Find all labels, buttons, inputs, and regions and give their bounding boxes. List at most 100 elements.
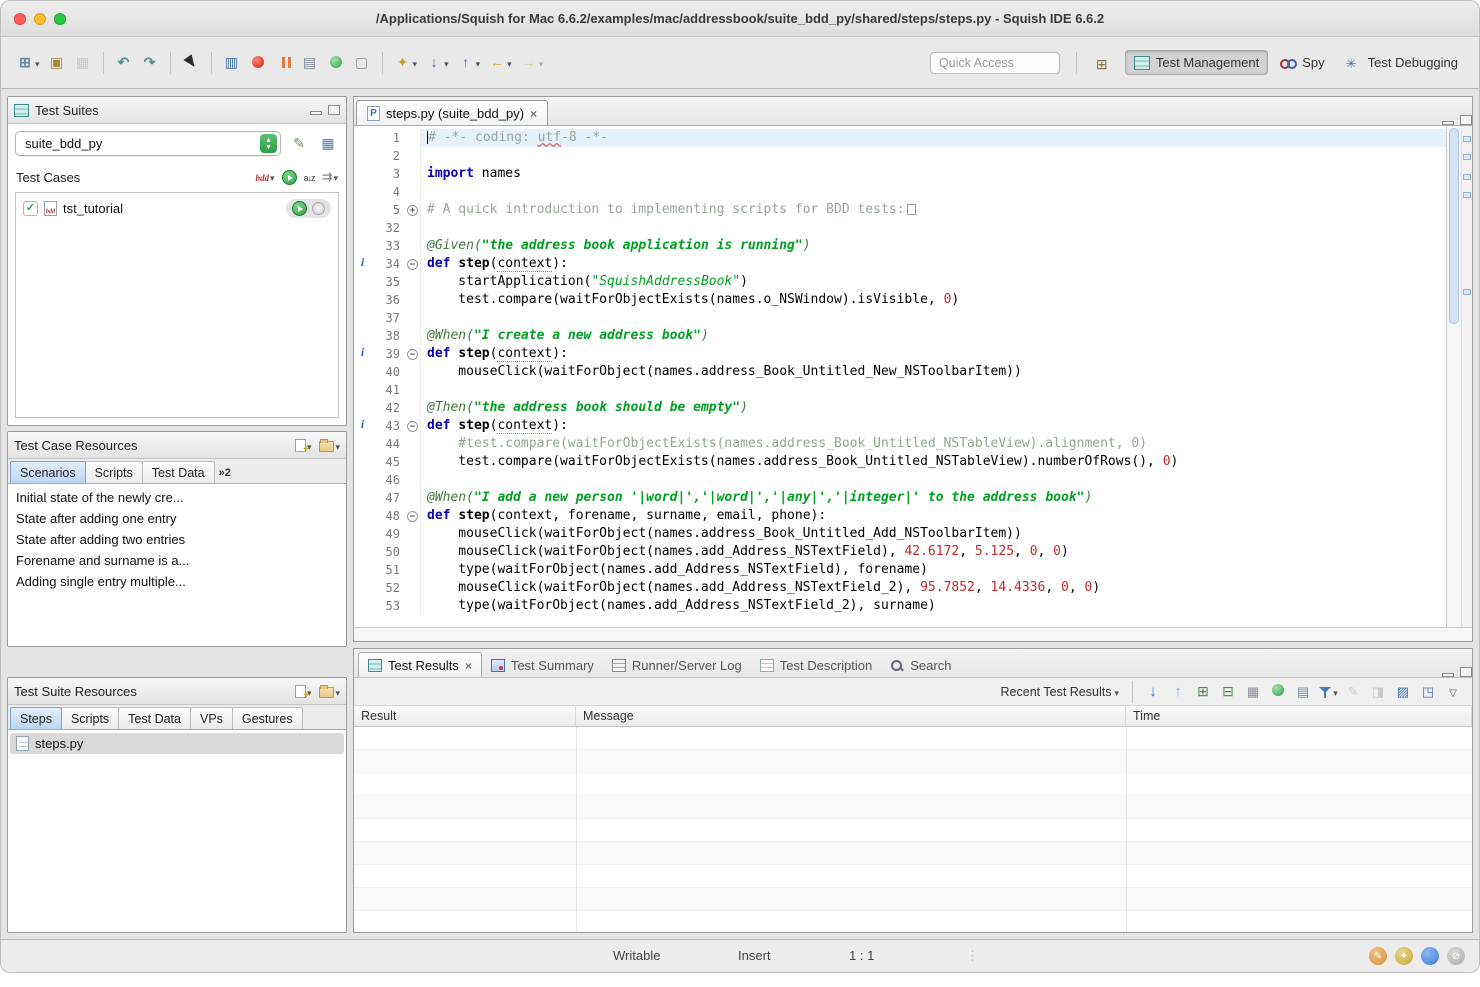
open-resource-button[interactable] <box>45 50 69 76</box>
code-line[interactable]: 37 <box>354 309 1446 327</box>
code-line[interactable]: 41 <box>354 381 1446 399</box>
code-line[interactable]: 50 mouseClick(waitForObject(names.add_Ad… <box>354 543 1446 561</box>
code-line[interactable]: 48−def step(context, forename, surname, … <box>354 507 1446 525</box>
code-line[interactable]: 44 #test.compare(waitForObjectExists(nam… <box>354 435 1446 453</box>
close-tab-icon[interactable] <box>465 658 472 673</box>
ruler-marker[interactable] <box>1463 289 1471 295</box>
line-number[interactable]: 32 <box>371 219 405 237</box>
new-folder-button[interactable] <box>319 684 340 699</box>
expand-fold-icon[interactable]: + <box>407 205 418 216</box>
tab-gestures[interactable]: Gestures <box>232 707 303 729</box>
code-line[interactable]: 35 startApplication("SquishAddressBook") <box>354 273 1446 291</box>
code-text[interactable] <box>421 471 1446 489</box>
record-snippet-button[interactable] <box>246 50 270 76</box>
maximize-panel-button[interactable] <box>1460 667 1472 677</box>
line-number[interactable]: 1 <box>371 129 405 147</box>
perspective-test-debugging[interactable]: Test Debugging <box>1337 50 1467 75</box>
code-text[interactable]: #test.compare(waitForObjectExists(names.… <box>421 435 1446 453</box>
tab-test-summary[interactable]: Test Summary <box>482 653 603 677</box>
code-line[interactable]: 40 mouseClick(waitForObject(names.addres… <box>354 363 1446 381</box>
previous-annotation-button[interactable] <box>454 50 484 76</box>
quick-access-input[interactable] <box>930 52 1060 74</box>
new-bdd-test-case-button[interactable] <box>256 168 275 186</box>
code-text[interactable]: mouseClick(waitForObject(names.add_Addre… <box>421 579 1446 597</box>
save-button[interactable] <box>71 50 95 76</box>
overview-ruler[interactable] <box>1461 126 1472 627</box>
code-text[interactable]: def step(context): <box>421 255 1446 273</box>
tab-overflow-indicator[interactable]: »2 <box>214 463 236 483</box>
code-text[interactable]: def step(context, forename, surname, ema… <box>421 507 1446 525</box>
code-line[interactable]: 1 # -*- coding: utf-8 -*- <box>354 129 1446 147</box>
minimize-window-button[interactable] <box>34 13 46 25</box>
close-tab-icon[interactable] <box>530 106 537 121</box>
code-text[interactable]: mouseClick(waitForObject(names.address_B… <box>421 363 1446 381</box>
code-text[interactable] <box>421 381 1446 399</box>
code-text[interactable]: mouseClick(waitForObject(names.address_B… <box>421 525 1446 543</box>
pick-object-button[interactable] <box>179 50 203 76</box>
line-number[interactable]: 53 <box>371 597 405 615</box>
filter-button[interactable] <box>1317 681 1339 702</box>
code-text[interactable]: test.compare(waitForObjectExists(names.o… <box>421 291 1446 309</box>
expand-all-button[interactable] <box>1192 681 1214 702</box>
scenario-item[interactable]: Adding single entry multiple... <box>10 571 344 592</box>
collapse-fold-icon[interactable]: − <box>407 349 418 360</box>
run-test-suite-button[interactable] <box>282 170 297 185</box>
code-text[interactable]: @Then("the address book should be empty"… <box>421 399 1446 417</box>
code-text[interactable] <box>421 183 1446 201</box>
code-line[interactable]: 46 <box>354 471 1446 489</box>
code-line[interactable]: i43−def step(context): <box>354 417 1446 435</box>
code-line[interactable]: 2 <box>354 147 1446 165</box>
folded-region-icon[interactable] <box>907 204 916 215</box>
info-marker-icon[interactable]: i <box>354 345 371 363</box>
tab-scripts[interactable]: Scripts <box>85 461 143 483</box>
line-number[interactable]: 49 <box>371 525 405 543</box>
scrollbar-thumb[interactable] <box>1449 128 1459 324</box>
launch-aut-button[interactable] <box>324 50 348 76</box>
minimize-panel-button[interactable] <box>1442 673 1454 677</box>
next-annotation-button[interactable] <box>422 50 452 76</box>
line-number[interactable]: 2 <box>371 147 405 165</box>
minimize-editor-button[interactable] <box>1442 121 1454 125</box>
code-text[interactable]: mouseClick(waitForObject(names.add_Addre… <box>421 543 1446 561</box>
star-status-icon[interactable]: ✦ <box>1395 947 1413 965</box>
code-text[interactable]: # A quick introduction to implementing s… <box>421 201 1446 219</box>
code-line[interactable]: 45 test.compare(waitForObjectExists(name… <box>354 453 1446 471</box>
code-text[interactable] <box>421 147 1446 165</box>
collapse-fold-icon[interactable]: − <box>407 259 418 270</box>
code-text[interactable] <box>421 309 1446 327</box>
maximize-editor-button[interactable] <box>1460 115 1472 125</box>
annotate-button[interactable] <box>1342 681 1364 702</box>
suite-selector[interactable]: suite_bdd_py ▲▼ <box>15 131 281 156</box>
perspective-test-management[interactable]: Test Management <box>1125 50 1268 75</box>
sort-test-cases-button[interactable] <box>304 168 315 186</box>
tab-test-data[interactable]: Test Data <box>142 461 215 483</box>
line-number[interactable]: 50 <box>371 543 405 561</box>
scenario-item[interactable]: State after adding one entry <box>10 508 344 529</box>
line-number[interactable]: 37 <box>371 309 405 327</box>
code-line[interactable]: 32 <box>354 219 1446 237</box>
next-failure-button[interactable] <box>1142 681 1164 702</box>
code-line[interactable]: i39−def step(context): <box>354 345 1446 363</box>
code-line[interactable]: 47@When("I add a new person '|word|','|w… <box>354 489 1446 507</box>
scenario-item[interactable]: Forename and surname is a... <box>10 550 344 571</box>
code-text[interactable]: # -*- coding: utf-8 -*- <box>421 129 1446 147</box>
export-results-button[interactable] <box>1417 681 1439 702</box>
scenario-item[interactable]: State after adding two entries <box>10 529 344 550</box>
column-header-result[interactable]: Result <box>354 706 576 726</box>
code-text[interactable]: import names <box>421 165 1446 183</box>
code-text[interactable]: startApplication("SquishAddressBook") <box>421 273 1446 291</box>
column-header-time[interactable]: Time <box>1126 706 1472 726</box>
line-number[interactable]: 34 <box>371 255 405 273</box>
tab-scenarios[interactable]: Scenarios <box>10 461 86 483</box>
pencil-status-icon[interactable]: ✎ <box>1369 947 1387 965</box>
collapse-all-button[interactable] <box>1217 681 1239 702</box>
tab-search[interactable]: Search <box>881 653 960 677</box>
redo-button[interactable] <box>138 50 162 76</box>
zoom-window-button[interactable] <box>54 13 66 25</box>
web-report-button[interactable] <box>1267 681 1289 702</box>
code-line[interactable]: 5+# A quick introduction to implementing… <box>354 201 1446 219</box>
view-menu-button[interactable] <box>1442 681 1464 702</box>
line-number[interactable]: 51 <box>371 561 405 579</box>
code-line[interactable]: 51 type(waitForObject(names.add_Address_… <box>354 561 1446 579</box>
code-text[interactable]: type(waitForObject(names.add_Address_NST… <box>421 597 1446 615</box>
